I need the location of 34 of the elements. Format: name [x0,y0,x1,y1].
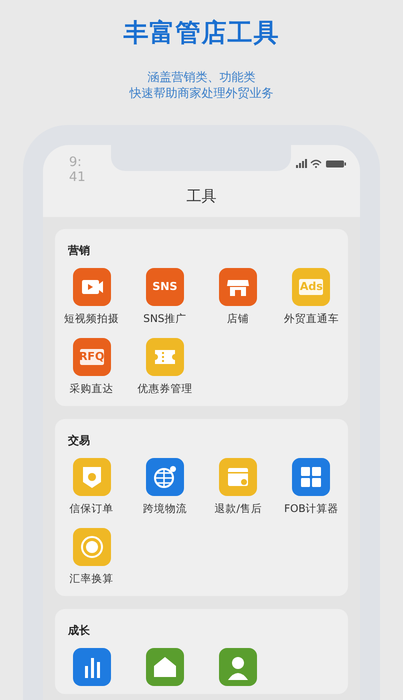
icon-letters: Ads [300,280,323,294]
icon-letters: SNS [152,280,178,294]
tool-video-icon[interactable] [72,268,111,306]
tool-ticket-icon[interactable] [146,338,184,376]
tool-label[interactable]: 店铺 [227,312,250,328]
tool-tag-icon[interactable] [292,268,330,306]
tool-label[interactable]: 退款/售后 [214,502,262,518]
tool-label[interactable]: 采购直达 [70,382,114,398]
tool-shield-icon[interactable] [72,458,111,496]
tool-label[interactable]: SNS推广 [143,312,186,328]
tool-label[interactable]: FOB计算器 [284,502,339,518]
subtitle-line: 快速帮助商家处理外贸业务 [130,85,274,101]
tool-tag-icon[interactable] [72,338,111,376]
tool-label[interactable]: 优惠券管理 [137,382,192,398]
tool-globe-icon[interactable] [146,458,184,496]
tool-person-icon[interactable] [219,648,258,686]
status-icons [296,159,348,169]
tool-house-icon[interactable] [146,648,184,686]
tool-label[interactable]: 短视频拍摄 [64,312,120,328]
section-title: 营销 [68,243,91,258]
tool-label[interactable]: 外贸直通车 [284,312,339,328]
tool-label[interactable]: 跨境物流 [142,502,187,518]
tool-chart-icon[interactable] [72,648,111,686]
status-time: 9:41 [69,155,87,185]
screen-title: 工具 [186,187,218,207]
icon-letters: RFQ [78,350,104,364]
tool-label[interactable]: 信保订单 [70,502,114,518]
subtitle-line: 涵盖营销类、功能类 [148,69,256,85]
tool-text-icon[interactable] [146,268,184,306]
section-title: 交易 [68,433,91,448]
tool-store-icon[interactable] [219,268,258,306]
headline: 丰富管店工具 [124,17,280,49]
tool-label[interactable]: 汇率换算 [70,572,114,588]
section-title: 成长 [68,623,91,638]
